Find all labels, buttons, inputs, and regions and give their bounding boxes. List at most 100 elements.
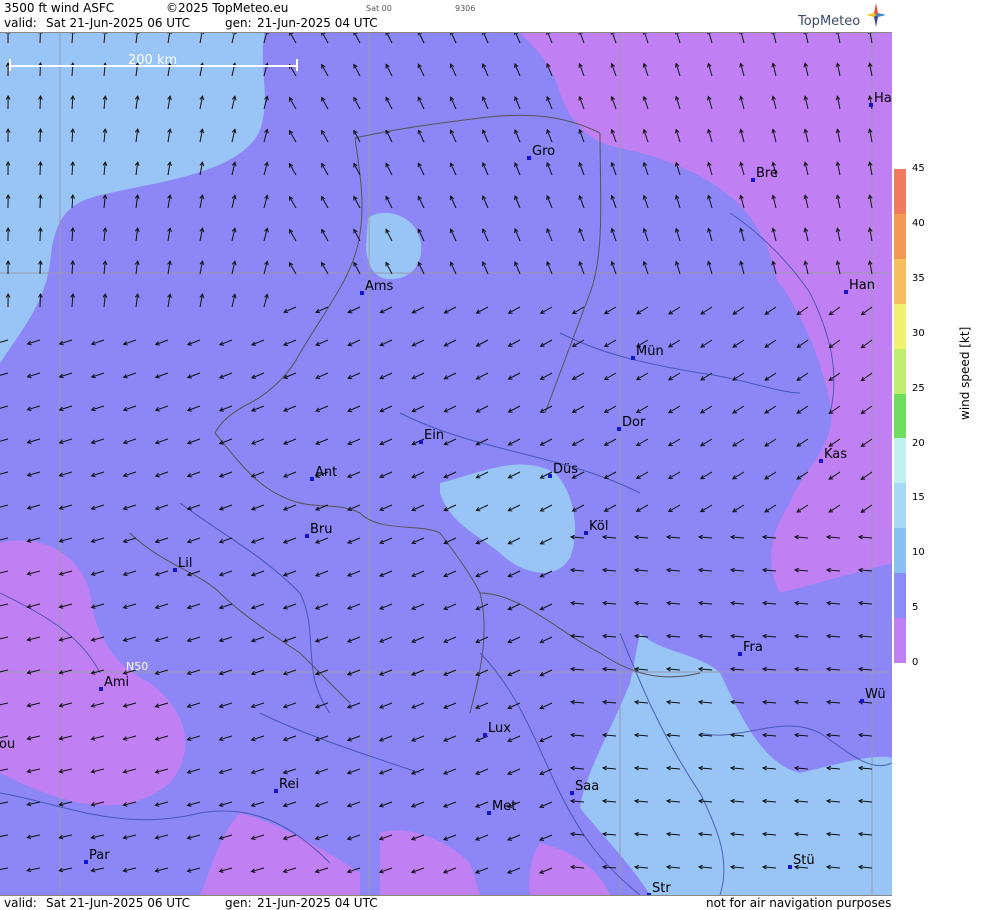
city-label: Rei — [279, 777, 299, 792]
city-dot — [310, 477, 314, 481]
city-label: Stü — [793, 853, 815, 868]
disclaimer-text: not for air navigation purposes — [706, 896, 891, 910]
city-label: Lil — [178, 556, 192, 571]
city-marker[interactable]: Kas — [819, 447, 847, 463]
city-dot — [305, 534, 309, 538]
city-dot — [584, 531, 588, 535]
city-dot — [360, 291, 364, 295]
colorbar-segment — [894, 214, 906, 259]
colorbar-segment — [894, 528, 906, 573]
city-label: Ami — [104, 675, 129, 690]
wind-arrow — [40, 294, 41, 307]
colorbar — [894, 169, 906, 663]
wind-arrow — [40, 228, 41, 241]
city-marker[interactable]: Düs — [548, 462, 578, 478]
city-marker[interactable]: ou — [0, 737, 15, 753]
city-label: Ein — [424, 428, 444, 443]
city-marker[interactable]: Lux — [483, 721, 511, 737]
wind-arrow — [40, 162, 41, 175]
city-dot — [788, 865, 792, 869]
colorbar-segment — [894, 394, 906, 439]
valid-time: Sat 21-Jun-2025 06 UTC — [46, 16, 190, 30]
colorbar-segment — [894, 259, 906, 304]
wind-arrow — [40, 63, 41, 76]
colorbar-segment — [894, 573, 906, 618]
city-label: Saa — [575, 779, 599, 794]
city-label: Ams — [365, 279, 394, 294]
city-marker[interactable]: Met — [487, 799, 516, 815]
colorbar-tick-label: 35 — [912, 273, 925, 284]
compass-logo-icon — [864, 1, 888, 29]
city-marker[interactable]: Saa — [570, 779, 599, 795]
graticule-label: N50 — [126, 660, 148, 673]
colorbar-segment — [894, 438, 906, 483]
footer-gen-label: gen: — [225, 896, 252, 910]
city-dot — [570, 791, 574, 795]
city-marker[interactable]: Bru — [305, 522, 333, 538]
colorbar-tick-label: 25 — [912, 383, 925, 394]
colorbar-segment — [894, 618, 906, 663]
brand-logo-text: TopMeteo — [798, 14, 860, 29]
footer-gen-time: 21-Jun-2025 04 UTC — [257, 896, 378, 910]
city-dot — [844, 290, 848, 294]
colorbar-tick-label: 15 — [912, 492, 925, 503]
city-label: Wü — [865, 687, 886, 702]
city-label: Han — [849, 278, 875, 293]
scale-label: 200 km — [128, 53, 177, 68]
gen-label: gen: — [225, 16, 252, 30]
colorbar-segment — [894, 483, 906, 528]
colorbar-tick-label: 20 — [912, 438, 925, 449]
city-dot — [99, 687, 103, 691]
city-marker[interactable]: Ams — [360, 279, 394, 295]
city-label: Ant — [315, 465, 337, 480]
city-label: ou — [0, 737, 15, 752]
city-dot — [617, 427, 621, 431]
city-dot — [869, 103, 873, 107]
small-day-text: Sat 00 — [366, 4, 392, 13]
colorbar-segment — [894, 349, 906, 394]
city-label: Met — [492, 799, 516, 814]
valid-label: valid: — [4, 16, 37, 30]
gen-time: 21-Jun-2025 04 UTC — [257, 16, 378, 30]
footer-bar: valid: Sat 21-Jun-2025 06 UTC gen: 21-Ju… — [0, 895, 892, 910]
wind-arrow — [40, 129, 41, 142]
city-dot — [483, 733, 487, 737]
city-label: Kas — [824, 447, 847, 462]
colorbar-tick-label: 0 — [912, 657, 918, 668]
colorbar-segment — [894, 169, 906, 214]
city-dot — [419, 440, 423, 444]
city-label: Bre — [756, 166, 778, 181]
header-bar: 3500 ft wind ASFC ©2025 TopMeteo.eu Sat … — [0, 0, 892, 33]
colorbar-tick-label: 45 — [912, 163, 925, 174]
city-dot — [84, 860, 88, 864]
city-marker[interactable]: Dor — [617, 415, 646, 431]
city-marker[interactable]: Han — [844, 278, 875, 294]
city-marker[interactable]: Gro — [527, 144, 555, 160]
small-code-text: 9306 — [455, 4, 475, 13]
wind-arrow — [40, 96, 41, 109]
city-dot — [173, 568, 177, 572]
wind-arrow — [40, 33, 41, 43]
city-marker[interactable]: Mün — [631, 344, 664, 360]
city-marker[interactable]: Ami — [99, 675, 129, 691]
wind-map[interactable]: 200 km N50 HaGroBreAmsHanMünDorEinKasAnt… — [0, 33, 892, 895]
product-title: 3500 ft wind ASFC — [4, 1, 114, 15]
city-marker[interactable]: Bre — [751, 166, 778, 182]
city-label: Fra — [743, 640, 763, 655]
wind-arrow — [40, 195, 41, 208]
colorbar-tick-label: 5 — [912, 602, 918, 613]
city-marker[interactable]: Ant — [310, 465, 337, 481]
city-dot — [819, 459, 823, 463]
colorbar-tick-label: 30 — [912, 328, 925, 339]
colorbar-tick-label: 10 — [912, 547, 925, 558]
city-dot — [487, 811, 491, 815]
city-label: Düs — [553, 462, 578, 477]
colorbar-segment — [894, 304, 906, 349]
city-label: Köl — [589, 519, 608, 534]
city-label: Lux — [488, 721, 511, 736]
footer-valid-time: Sat 21-Jun-2025 06 UTC — [46, 896, 190, 910]
city-dot — [738, 652, 742, 656]
colorbar-title: wind speed [kt] — [958, 327, 972, 420]
city-dot — [631, 356, 635, 360]
wind-arrow — [40, 261, 41, 274]
